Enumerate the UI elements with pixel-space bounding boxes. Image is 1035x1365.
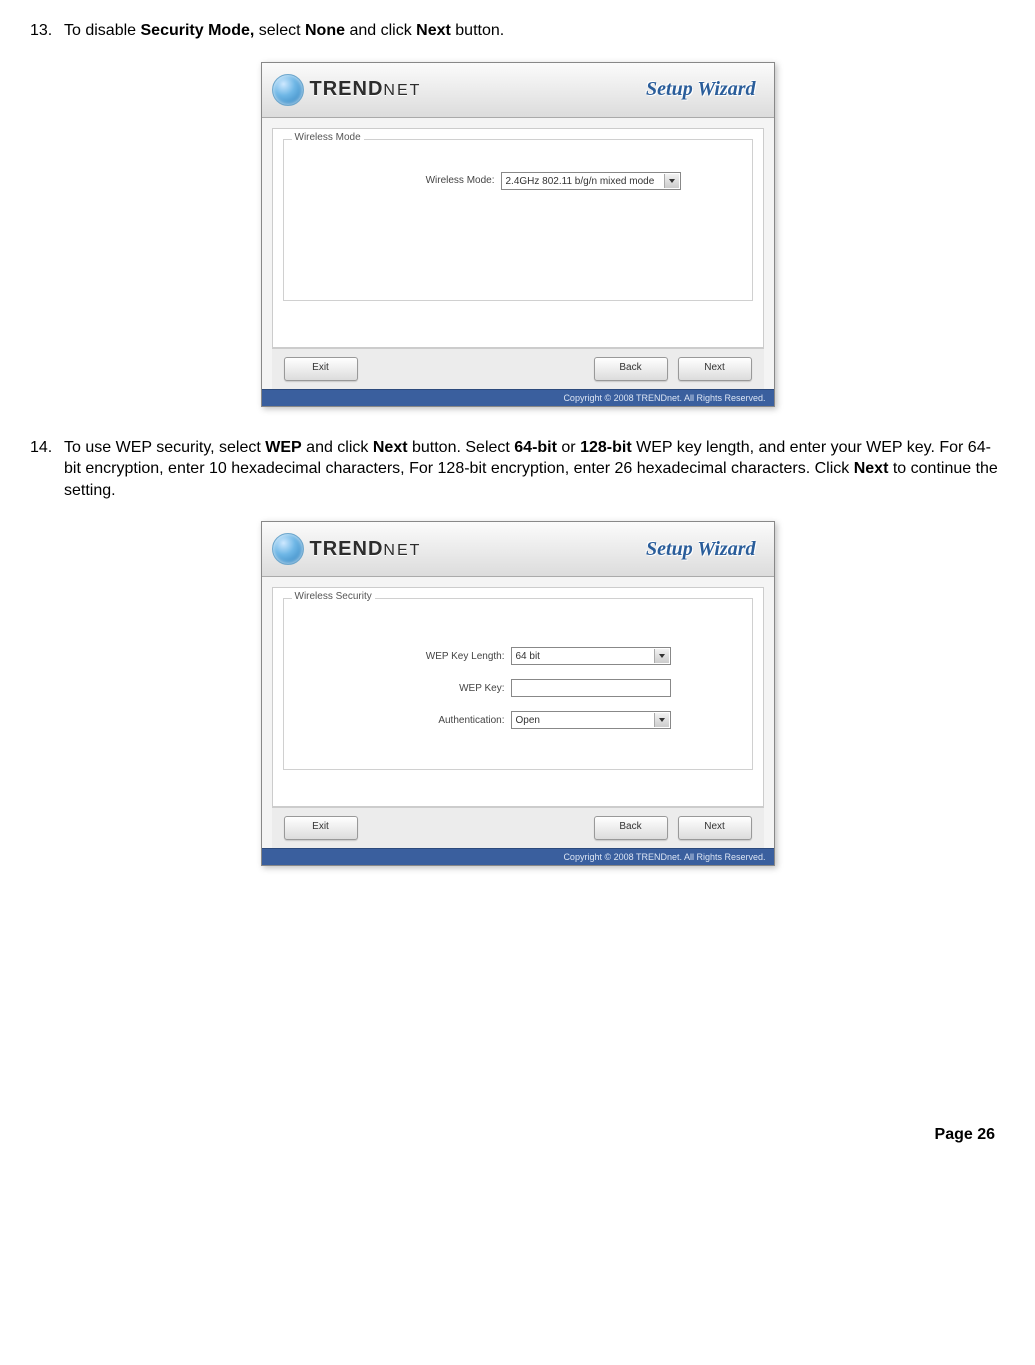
next-button[interactable]: Next	[678, 816, 752, 840]
authentication-row: Authentication: Open	[294, 711, 742, 729]
exit-button[interactable]: Exit	[284, 357, 358, 381]
group-title: Wireless Security	[292, 591, 375, 602]
wep-key-length-row: WEP Key Length: 64 bit	[294, 647, 742, 665]
step-number-14: 14.	[30, 437, 52, 459]
wizard-title: Setup Wizard	[646, 538, 755, 561]
brand-text: TRENDNET	[310, 78, 422, 101]
back-button[interactable]: Back	[594, 357, 668, 381]
step-13-text: To disable Security Mode, select None an…	[64, 22, 504, 39]
wizard-header: TRENDNET Setup Wizard	[262, 63, 774, 118]
exit-button[interactable]: Exit	[284, 816, 358, 840]
wireless-security-group: Wireless Security WEP Key Length: 64 bit…	[283, 598, 753, 770]
setup-wizard-window-2: TRENDNET Setup Wizard Wireless Security …	[261, 521, 775, 866]
wireless-mode-label: Wireless Mode:	[355, 175, 495, 186]
setup-wizard-window-1: TRENDNET Setup Wizard Wireless Mode Wire…	[261, 62, 775, 407]
copyright: Copyright © 2008 TRENDnet. All Rights Re…	[262, 848, 774, 865]
wizard-body: Wireless Mode Wireless Mode: 2.4GHz 802.…	[272, 128, 764, 348]
step-14-text: To use WEP security, select WEP and clic…	[64, 439, 998, 499]
group-title: Wireless Mode	[292, 132, 364, 143]
brand: TRENDNET	[272, 74, 422, 106]
wireless-mode-group: Wireless Mode Wireless Mode: 2.4GHz 802.…	[283, 139, 753, 301]
wep-key-length-label: WEP Key Length:	[365, 651, 505, 662]
authentication-label: Authentication:	[365, 715, 505, 726]
wizard-body: Wireless Security WEP Key Length: 64 bit…	[272, 587, 764, 807]
wizard-title: Setup Wizard	[646, 78, 755, 101]
copyright: Copyright © 2008 TRENDnet. All Rights Re…	[262, 389, 774, 406]
next-button[interactable]: Next	[678, 357, 752, 381]
wep-key-input[interactable]	[511, 679, 671, 697]
wireless-mode-row: Wireless Mode: 2.4GHz 802.11 b/g/n mixed…	[294, 172, 742, 190]
wep-key-length-select[interactable]: 64 bit	[511, 647, 671, 665]
brand-text: TRENDNET	[310, 538, 422, 561]
wizard-header: TRENDNET Setup Wizard	[262, 522, 774, 577]
step-13: 13. To disable Security Mode, select Non…	[30, 20, 1005, 42]
wizard-footer: Exit Back Next	[272, 807, 764, 848]
wizard-footer: Exit Back Next	[272, 348, 764, 389]
wep-key-row: WEP Key:	[294, 679, 742, 697]
step-14: 14. To use WEP security, select WEP and …	[30, 437, 1005, 502]
wireless-mode-select[interactable]: 2.4GHz 802.11 b/g/n mixed mode	[501, 172, 681, 190]
trendnet-logo-icon	[272, 74, 304, 106]
back-button[interactable]: Back	[594, 816, 668, 840]
brand: TRENDNET	[272, 533, 422, 565]
wep-key-label: WEP Key:	[365, 683, 505, 694]
authentication-select[interactable]: Open	[511, 711, 671, 729]
page-footer: Page 26	[30, 1126, 1005, 1144]
trendnet-logo-icon	[272, 533, 304, 565]
step-number-13: 13.	[30, 20, 52, 42]
